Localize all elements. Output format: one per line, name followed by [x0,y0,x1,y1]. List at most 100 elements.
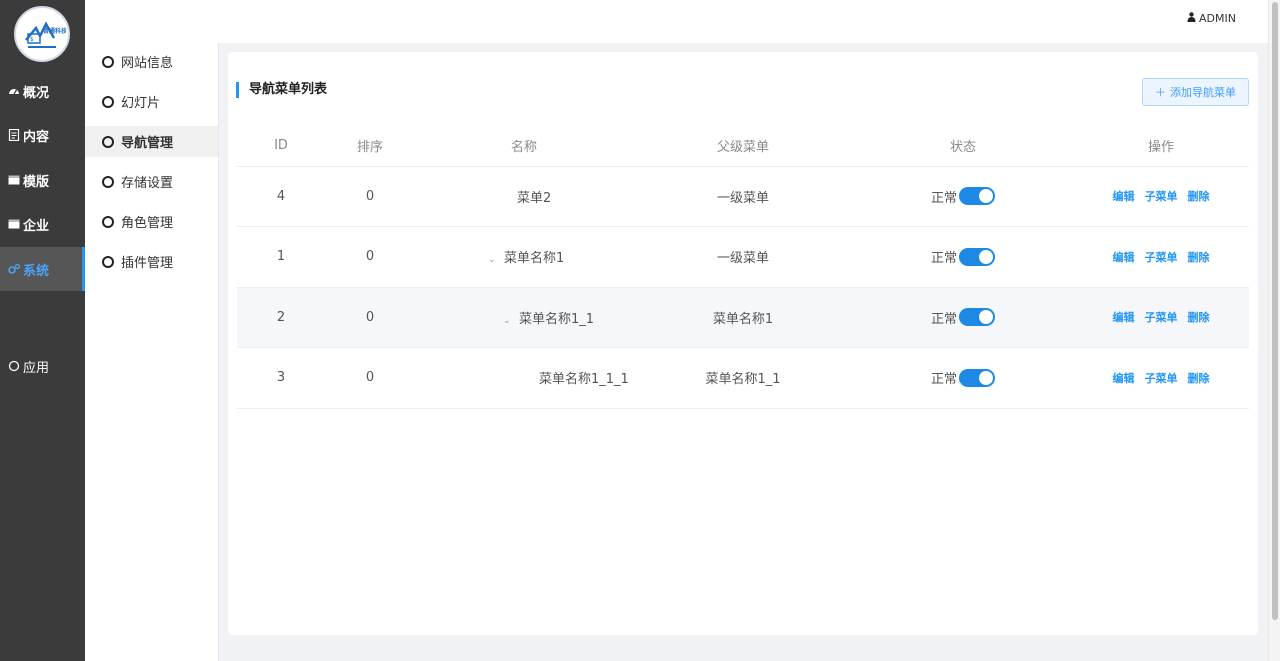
nav-item-label: 概况 [23,85,50,101]
cell-ops: 编辑 子菜单 删除 [1073,287,1249,348]
cell-name: 菜单2 [415,166,633,227]
add-nav-menu-button[interactable]: ＋ 添加导航菜单 [1142,78,1249,106]
cell-status: 正常 [853,166,1073,227]
status-text: 正常 [930,251,957,267]
cell-name: ⌄ 菜单名称1_1 [415,287,633,348]
delete-link[interactable]: 删除 [1188,372,1210,385]
edit-link[interactable]: 编辑 [1113,311,1135,324]
top-bar: ADMIN [85,0,1268,43]
submenu-item-label: 幻灯片 [121,96,161,111]
delete-link[interactable]: 删除 [1188,251,1210,264]
page-scrollbar[interactable] [1268,0,1280,661]
status-text: 正常 [930,190,957,206]
cell-ops: 编辑 子菜单 删除 [1073,226,1249,288]
template-icon [8,174,20,186]
cell-parent: 菜单名称1 [633,287,853,348]
user-name: ADMIN [1199,12,1236,25]
circle-icon [102,135,114,148]
table-row: 1 0 ⌄ 菜单名称1 一级菜单 正常 编辑 子菜单 删除 [237,226,1249,288]
document-icon [8,129,20,141]
delete-link[interactable]: 删除 [1188,311,1210,324]
table-row: 2 0 ⌄ 菜单名称1_1 菜单名称1 正常 编辑 子菜单 删除 [237,287,1249,348]
plus-icon: ＋ [1155,86,1166,99]
nav-menu-table: ID 排序 名称 父级菜单 状态 操作 4 0 菜单2 一级菜单 正常 编辑 子菜… [237,126,1249,409]
nav-item-system[interactable]: 系统 [0,247,85,291]
cell-id: 1 [237,226,325,288]
nav-item-overview[interactable]: 概况 [0,69,85,113]
menu-name: 菜单名称1 [504,251,565,267]
submenu-item-plugins[interactable]: 插件管理 [85,246,218,277]
table-row: 3 0 菜单名称1_1_1 菜单名称1_1 正常 编辑 子菜单 删除 [237,347,1249,409]
dashboard-icon [8,85,20,97]
nav-item-enterprise[interactable]: 企业 [0,202,85,246]
nav-item-apps[interactable]: 应用 [0,344,85,388]
cell-name: 菜单名称1_1_1 [415,347,633,409]
add-nav-menu-label: 添加导航菜单 [1170,86,1236,99]
status-text: 正常 [930,311,957,327]
cell-status: 正常 [853,226,1073,288]
submenu-link[interactable]: 子菜单 [1145,190,1178,203]
status-toggle[interactable] [959,187,995,206]
circle-icon [102,215,114,228]
cell-id: 3 [237,347,325,409]
cell-status: 正常 [853,287,1073,348]
submenu-link[interactable]: 子菜单 [1145,311,1178,324]
cell-ops: 编辑 子菜单 删除 [1073,347,1249,409]
column-header-sort: 排序 [325,126,415,167]
status-toggle[interactable] [959,247,995,266]
submenu-item-navigation[interactable]: 导航管理 [85,126,218,157]
user-icon [1187,12,1196,25]
menu-name: 菜单名称1_1 [519,311,595,327]
svg-text:晋通科技: 晋通科技 [43,27,66,35]
delete-link[interactable]: 删除 [1188,190,1210,203]
circle-icon [102,95,114,108]
submenu-item-site-info[interactable]: 网站信息 [85,46,218,77]
submenu-item-roles[interactable]: 角色管理 [85,206,218,237]
submenu-link[interactable]: 子菜单 [1145,251,1178,264]
menu-name: 菜单名称1_1_1 [539,372,629,388]
cell-parent: 菜单名称1_1 [633,347,853,409]
submenu-item-label: 导航管理 [121,136,174,151]
circle-icon [102,255,114,268]
nav-item-label: 内容 [23,129,50,145]
table-header-row: ID 排序 名称 父级菜单 状态 操作 [237,126,1249,167]
column-header-id: ID [237,126,325,167]
cell-status: 正常 [853,347,1073,409]
company-logo[interactable]: $ 晋通科技 [14,6,70,62]
circle-icon [102,175,114,188]
column-header-status: 状态 [853,126,1073,167]
gears-icon [8,263,20,275]
cell-name: ⌄ 菜单名称1 [415,226,633,288]
column-header-parent: 父级菜单 [633,126,853,167]
edit-link[interactable]: 编辑 [1113,251,1135,264]
nav-item-content[interactable]: 内容 [0,113,85,157]
nav-item-template[interactable]: 模版 [0,158,85,202]
submenu-item-label: 角色管理 [121,216,174,231]
submenu-item-label: 插件管理 [121,256,174,271]
circle-icon [8,360,20,372]
nav-item-label: 模版 [23,174,50,190]
submenu-item-label: 存储设置 [121,176,174,191]
nav-item-label: 应用 [23,360,50,376]
svg-text:$: $ [30,36,34,43]
cell-id: 4 [237,166,325,227]
status-toggle[interactable] [959,368,995,387]
expand-chevron-icon[interactable]: ⌄ [503,316,513,326]
expand-chevron-icon[interactable]: ⌄ [488,255,498,265]
menu-name: 菜单2 [517,190,552,206]
cell-sort: 0 [325,347,415,409]
table-row: 4 0 菜单2 一级菜单 正常 编辑 子菜单 删除 [237,166,1249,227]
user-menu[interactable]: ADMIN [1187,12,1236,25]
scrollbar-thumb[interactable] [1272,2,1278,620]
submenu-item-slides[interactable]: 幻灯片 [85,86,218,117]
submenu-item-storage[interactable]: 存储设置 [85,166,218,197]
submenu-item-label: 网站信息 [121,56,174,71]
edit-link[interactable]: 编辑 [1113,372,1135,385]
submenu-link[interactable]: 子菜单 [1145,372,1178,385]
circle-icon [102,55,114,68]
column-header-ops: 操作 [1073,126,1249,167]
status-toggle[interactable] [959,308,995,327]
cell-id: 2 [237,287,325,348]
edit-link[interactable]: 编辑 [1113,190,1135,203]
nav-item-label: 企业 [23,218,50,234]
